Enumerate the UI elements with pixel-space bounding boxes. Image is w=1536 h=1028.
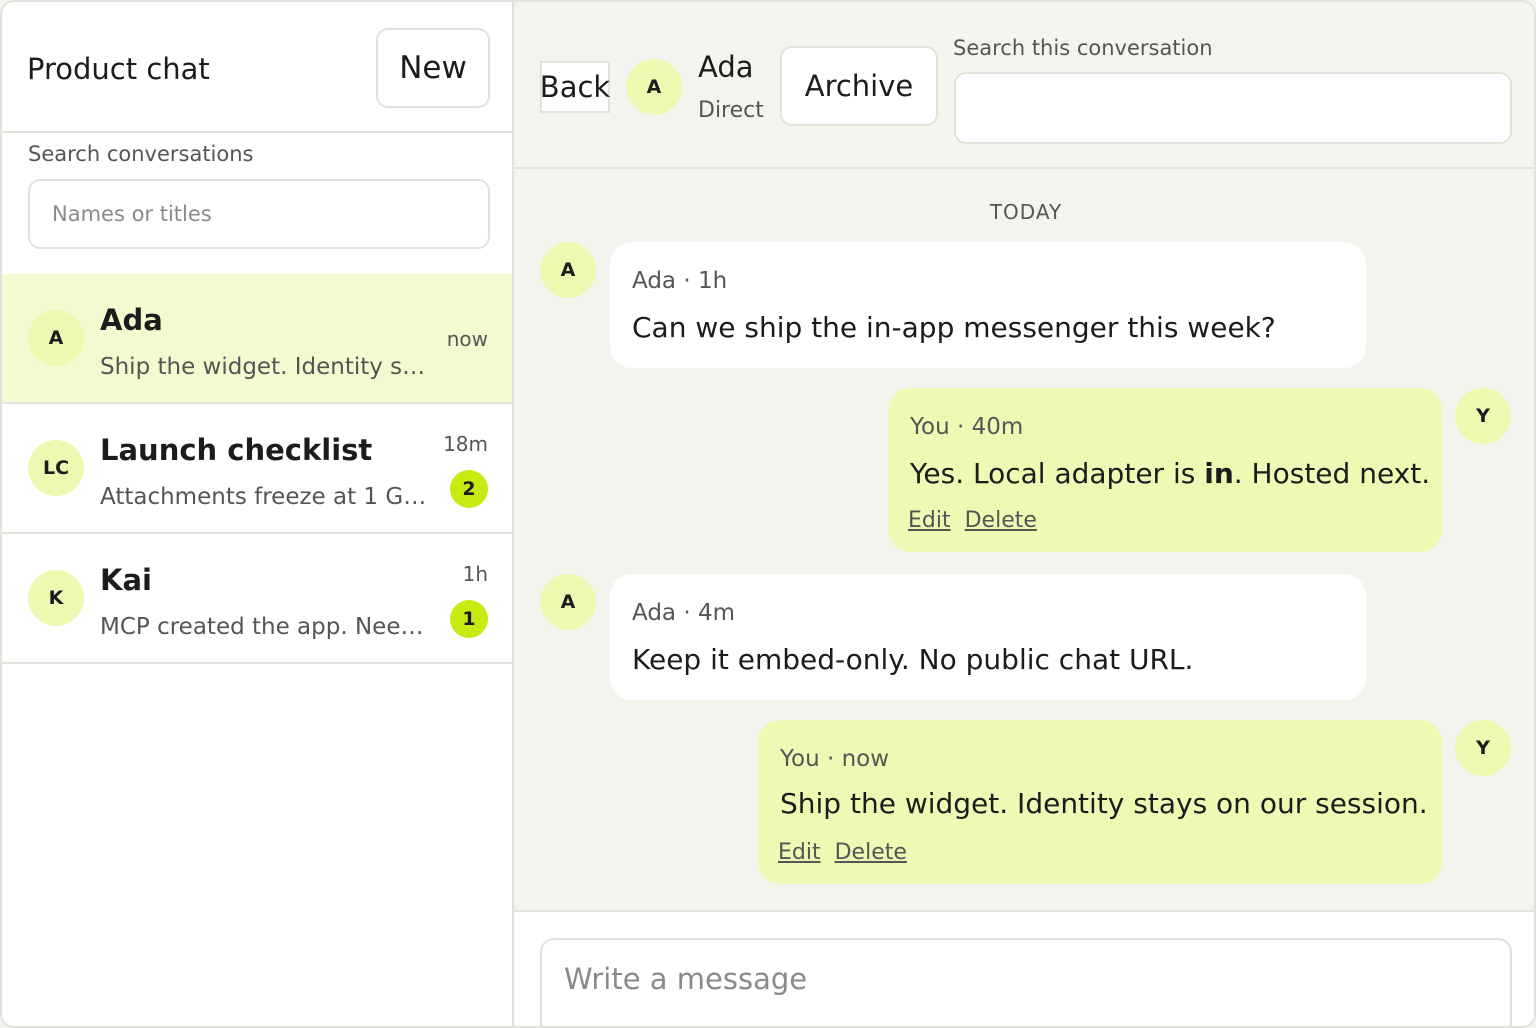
conversation-preview: MCP created the app. Need...	[100, 614, 432, 640]
message-meta: Ada · 4m	[632, 600, 735, 626]
conversation-sidebar: Product chat New Search conversations A …	[2, 2, 514, 1026]
avatar: LC	[28, 440, 84, 496]
sidebar-title: Product chat	[27, 52, 210, 86]
conversation-time: 18m	[443, 432, 488, 456]
day-separator: TODAY	[989, 200, 1063, 224]
search-conversations-label: Search conversations	[28, 142, 254, 166]
avatar: K	[28, 570, 84, 626]
new-conversation-button[interactable]: New	[376, 28, 490, 108]
conversation-panel: Back A Ada Direct Archive Search this co…	[514, 2, 1534, 1026]
message-actions: Edit Delete	[778, 838, 921, 868]
edit-message-link[interactable]: Edit	[908, 508, 951, 533]
message-avatar: A	[540, 242, 596, 298]
conversation-time: 1h	[462, 562, 488, 586]
search-conversations-input[interactable]	[28, 179, 490, 249]
message-text: Can we ship the in-app messenger this we…	[632, 311, 1276, 344]
message-bubble: Ada · 1h Can we ship the in-app messenge…	[610, 242, 1366, 368]
message-text-bold: in	[1204, 457, 1234, 490]
avatar: A	[28, 310, 84, 366]
conversation-name: Kai	[100, 563, 152, 597]
search-conversation-label: Search this conversation	[953, 36, 1213, 60]
message-avatar: Y	[1455, 388, 1511, 444]
message-text: Ship the widget. Identity stays on our s…	[780, 787, 1428, 820]
conversation-item-launch-checklist[interactable]: LC Launch checklist Attachments freeze a…	[2, 404, 512, 534]
conversation-name: Launch checklist	[100, 433, 373, 467]
conversation-item-ada[interactable]: A Ada Ship the widget. Identity stays on…	[2, 274, 512, 404]
conversation-type: Direct	[698, 98, 764, 123]
message-actions: Edit Delete	[908, 506, 1051, 536]
back-button[interactable]: Back	[540, 61, 610, 113]
conversation-item-kai[interactable]: K Kai MCP created the app. Need... 1h 1	[2, 534, 512, 664]
conversation-header: Back A Ada Direct Archive Search this co…	[514, 2, 1534, 169]
my-message-bubble: You · 40m Yes. Local adapter is in. Host…	[888, 388, 1442, 552]
conversation-preview: Attachments freeze at 1 GB...	[100, 484, 432, 510]
conversation-name: Ada	[100, 303, 163, 337]
conversation-time: now	[446, 327, 488, 351]
message-text: Keep it embed-only. No public chat URL.	[632, 643, 1194, 676]
message-avatar: Y	[1455, 720, 1511, 776]
peer-avatar: A	[626, 59, 682, 115]
message-meta: You · 40m	[910, 414, 1024, 440]
composer-area	[514, 910, 1534, 1026]
message-meta: Ada · 1h	[632, 268, 728, 294]
edit-message-link[interactable]: Edit	[778, 840, 821, 865]
search-conversation-input[interactable]	[954, 72, 1512, 144]
message-input[interactable]	[540, 938, 1512, 1026]
message-text: Yes. Local adapter is in. Hosted next.	[910, 457, 1431, 490]
archive-button[interactable]: Archive	[780, 46, 938, 126]
sidebar-header: Product chat New	[2, 2, 512, 133]
my-message-bubble: You · now Ship the widget. Identity stay…	[758, 720, 1442, 884]
unread-badge: 1	[450, 600, 488, 638]
conversation-preview: Ship the widget. Identity stays on our s…	[100, 354, 432, 380]
message-meta: You · now	[780, 746, 890, 772]
message-bubble: Ada · 4m Keep it embed-only. No public c…	[610, 574, 1366, 700]
delete-message-link[interactable]: Delete	[965, 508, 1037, 533]
message-avatar: A	[540, 574, 596, 630]
delete-message-link[interactable]: Delete	[835, 840, 907, 865]
chat-app: Product chat New Search conversations A …	[0, 0, 1536, 1028]
unread-badge: 2	[450, 470, 488, 508]
peer-name: Ada	[698, 50, 754, 84]
